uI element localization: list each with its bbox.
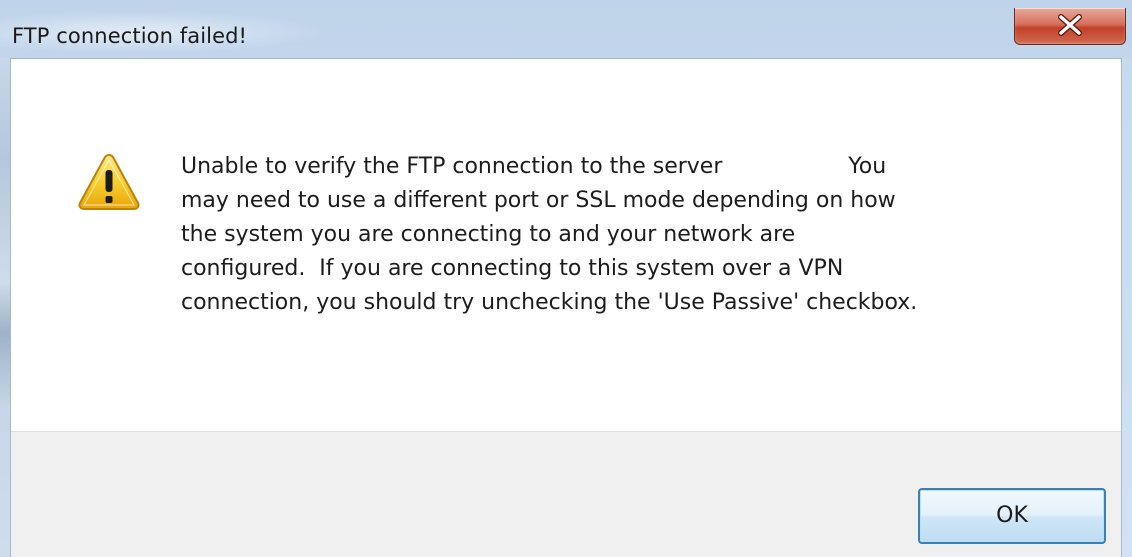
close-button[interactable] — [1014, 8, 1126, 45]
message-line: may need to use a different port or SSL … — [181, 188, 896, 213]
message-line: Unable to verify the FTP connection to t… — [181, 154, 887, 179]
message-line: the system you are connecting to and you… — [181, 222, 796, 247]
dialog-content: Unable to verify the FTP connection to t… — [10, 58, 1122, 557]
window-frame-right — [1122, 58, 1132, 557]
ok-button[interactable]: OK — [918, 488, 1106, 544]
window-frame-left — [0, 58, 10, 557]
message-line: configured. If you are connecting to thi… — [181, 256, 844, 281]
message-line: connection, you should try unchecking th… — [181, 290, 918, 315]
warning-icon — [78, 153, 140, 210]
button-bar: OK — [11, 431, 1121, 557]
dialog-window: FTP connection failed! Unable to verify … — [0, 0, 1132, 557]
window-title: FTP connection failed! — [12, 24, 248, 48]
close-x-icon — [1058, 14, 1082, 36]
error-message: Unable to verify the FTP connection to t… — [181, 150, 1081, 320]
